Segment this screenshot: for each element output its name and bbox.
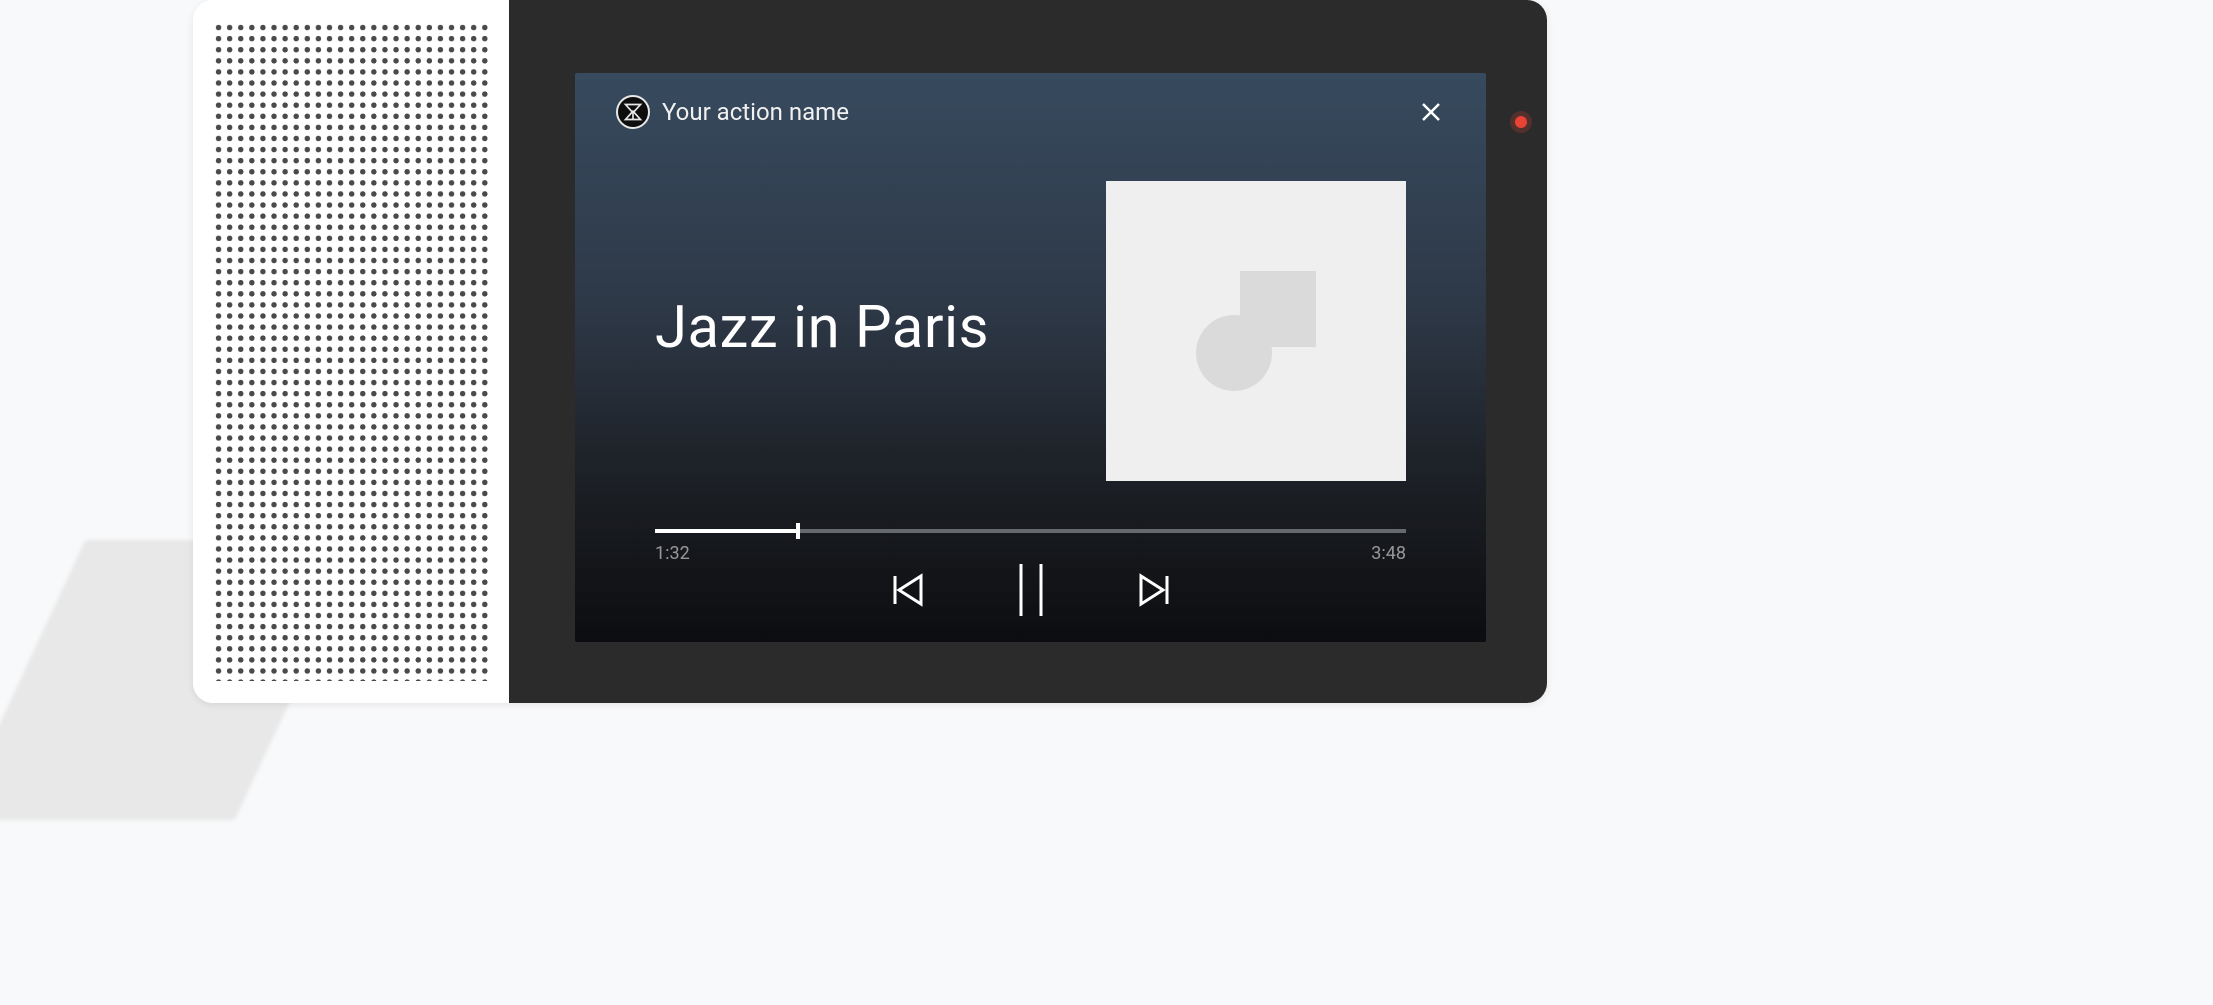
media-player-card: Your action name Jazz in Paris bbox=[575, 73, 1486, 642]
display-screen: Your action name Jazz in Paris bbox=[509, 0, 1547, 703]
next-button[interactable] bbox=[1137, 572, 1173, 608]
progress-section: 1:32 3:48 bbox=[655, 529, 1406, 564]
album-placeholder-icon bbox=[1196, 271, 1316, 391]
action-name-label: Your action name bbox=[662, 98, 849, 126]
speaker-dots bbox=[213, 22, 489, 681]
pause-button[interactable] bbox=[1011, 562, 1051, 618]
progress-fill bbox=[655, 529, 798, 533]
skip-previous-icon bbox=[889, 572, 925, 608]
close-button[interactable] bbox=[1416, 97, 1446, 127]
close-icon bbox=[1419, 100, 1443, 124]
skip-next-icon bbox=[1137, 572, 1173, 608]
progress-handle[interactable] bbox=[796, 523, 800, 539]
time-elapsed: 1:32 bbox=[655, 543, 690, 564]
time-duration: 3:48 bbox=[1371, 543, 1406, 564]
card-header: Your action name bbox=[575, 73, 1486, 129]
progress-bar[interactable] bbox=[655, 529, 1406, 533]
track-title: Jazz in Paris bbox=[655, 294, 989, 362]
recording-indicator bbox=[1515, 116, 1527, 128]
album-art bbox=[1106, 181, 1406, 481]
speaker-grill bbox=[193, 0, 509, 703]
time-row: 1:32 3:48 bbox=[655, 543, 1406, 564]
app-icon bbox=[616, 95, 650, 129]
smart-display-device: Your action name Jazz in Paris bbox=[193, 0, 1547, 703]
previous-button[interactable] bbox=[889, 572, 925, 608]
pause-icon bbox=[1011, 562, 1051, 618]
playback-controls bbox=[575, 562, 1486, 618]
